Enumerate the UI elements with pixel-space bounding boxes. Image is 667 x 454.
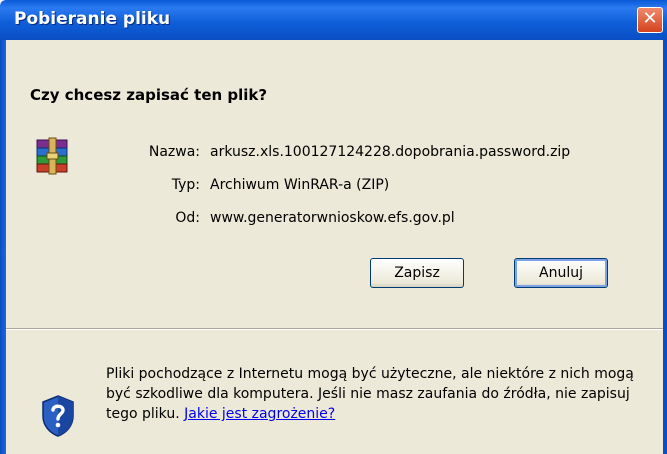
- save-question: Czy chcesz zapisać ten plik?: [30, 86, 268, 104]
- security-warning: Pliki pochodzące z Internetu mogą być uż…: [106, 364, 646, 424]
- winrar-archive-icon: [36, 137, 68, 175]
- save-button[interactable]: Zapisz: [370, 258, 464, 288]
- divider-highlight: [6, 329, 663, 330]
- from-value: www.generatorwnioskow.efs.gov.pl: [210, 210, 455, 226]
- type-label: Typ:: [171, 177, 200, 193]
- from-label: Od:: [175, 210, 200, 226]
- window-border-right: [663, 40, 667, 454]
- file-download-dialog: Pobieranie pliku ✕ Czy chcesz zapisać te…: [0, 0, 667, 454]
- name-value: arkusz.xls.100127124228.dopobrania.passw…: [210, 144, 571, 160]
- window-title: Pobieranie pliku: [14, 9, 171, 29]
- dialog-body: Czy chcesz zapisać ten plik? Nazwa: arku…: [6, 40, 663, 454]
- risk-info-link[interactable]: Jakie jest zagrożenie?: [184, 406, 335, 422]
- close-icon: ✕: [642, 8, 658, 29]
- type-value: Archiwum WinRAR-a (ZIP): [210, 177, 390, 193]
- security-shield-question-icon: [42, 395, 74, 437]
- close-button[interactable]: ✕: [637, 7, 663, 33]
- name-label: Nazwa:: [148, 144, 200, 160]
- cancel-button[interactable]: Anuluj: [514, 258, 608, 288]
- title-bar[interactable]: Pobieranie pliku ✕: [0, 0, 667, 40]
